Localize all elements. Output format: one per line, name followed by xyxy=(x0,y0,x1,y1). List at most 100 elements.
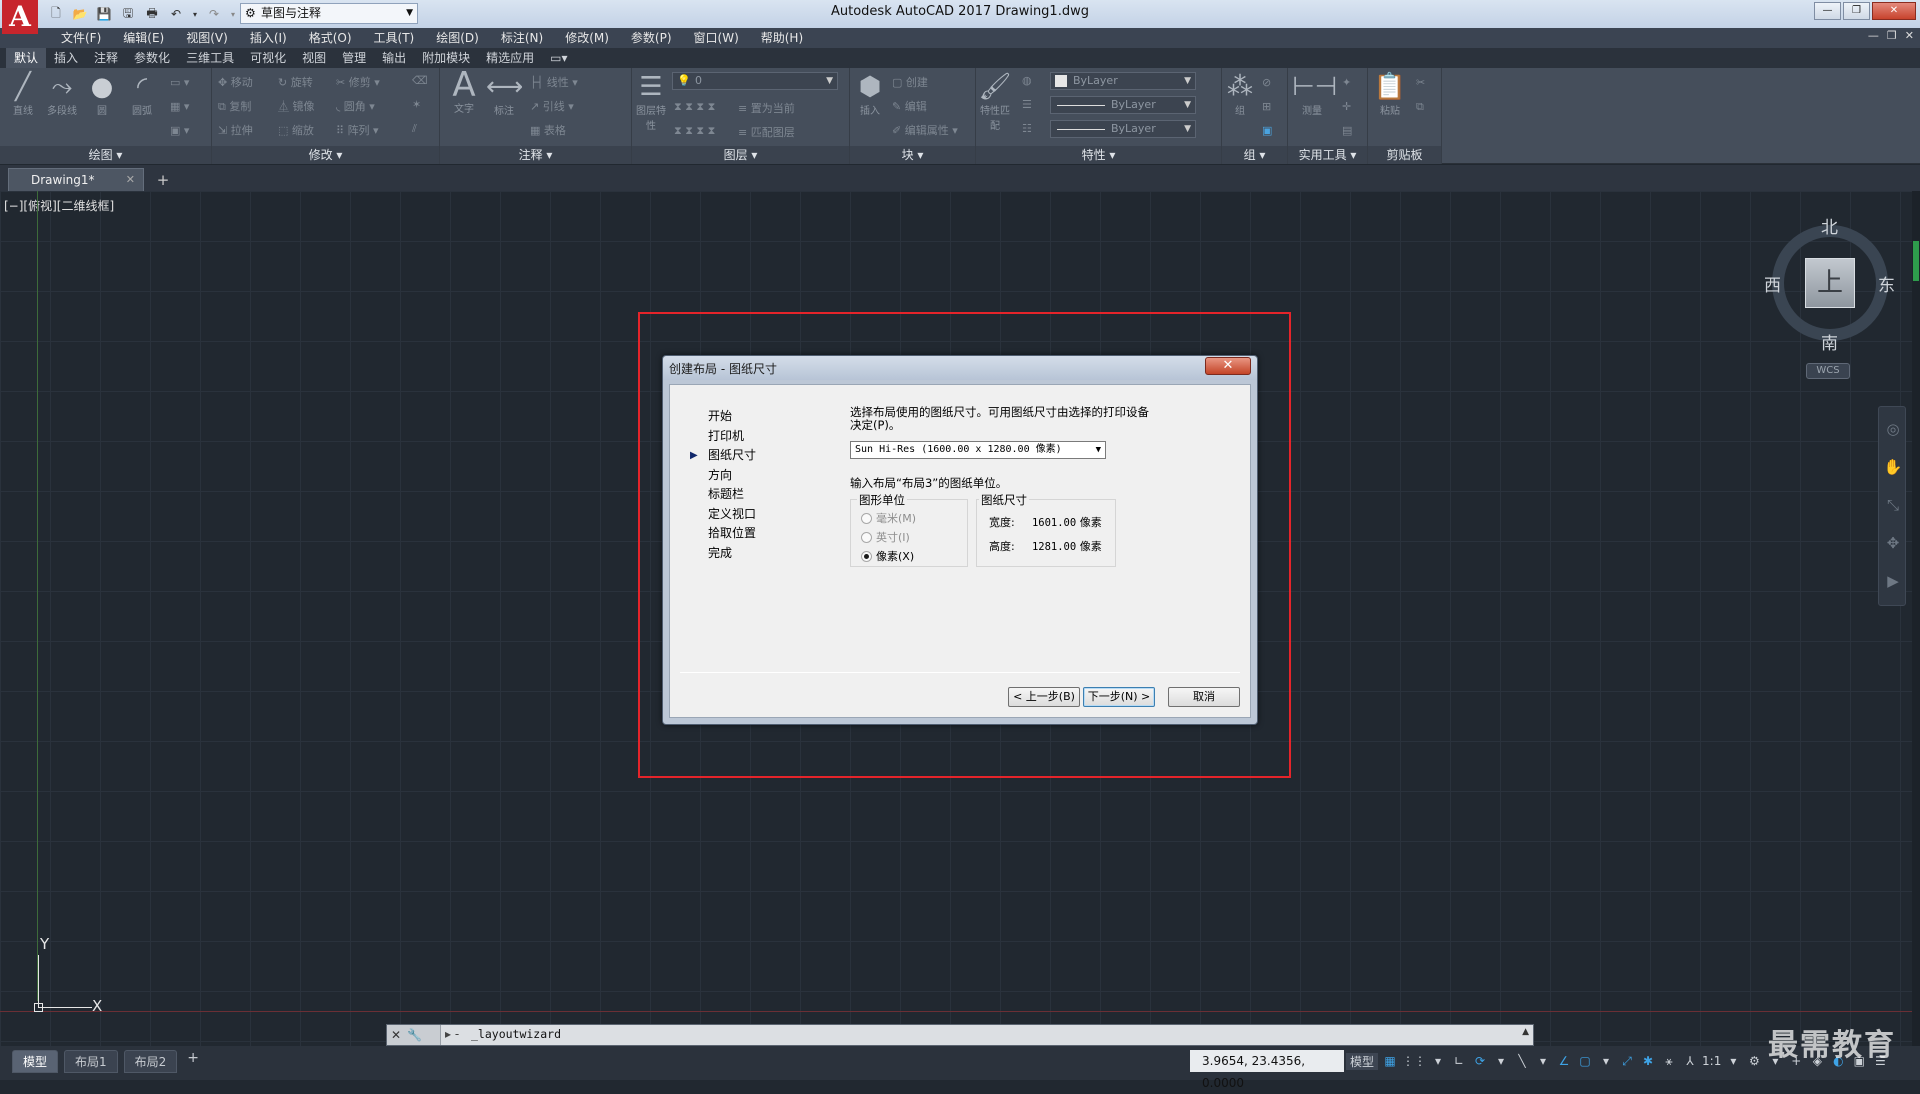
circle-tool[interactable]: ● 圆 xyxy=(84,72,120,117)
model-space-toggle[interactable]: 模型 xyxy=(1346,1052,1379,1070)
tab-output[interactable]: 输出 xyxy=(374,48,414,68)
stretch-tool[interactable]: ⇲ 拉伸 xyxy=(218,122,253,138)
menu-file[interactable]: 文件(F) xyxy=(50,28,112,48)
scale-tool[interactable]: ⬚ 缩放 xyxy=(278,122,314,138)
annotation-scale-icon[interactable]: ⅄ xyxy=(1681,1054,1699,1068)
layer-dropdown[interactable]: 💡 0 ▼ xyxy=(672,72,838,90)
chevron-down-icon[interactable]: ▾ xyxy=(1724,1054,1742,1068)
tab-annotate[interactable]: 注释 xyxy=(86,48,126,68)
color-wheel-icon[interactable]: ◍ xyxy=(1022,74,1032,87)
viewport-controls[interactable]: [−][俯视][二维线框] xyxy=(4,197,114,214)
layout-tab-1[interactable]: 布局1 xyxy=(64,1050,118,1073)
copy-clip-icon[interactable]: ⧉ xyxy=(1416,100,1424,114)
menu-modify[interactable]: 修改(M) xyxy=(554,28,620,48)
tab-view[interactable]: 视图 xyxy=(294,48,334,68)
canvas-scrollbar[interactable] xyxy=(1912,191,1920,1046)
pan-hand-icon[interactable]: ✋ xyxy=(1883,457,1903,477)
calculator-icon[interactable]: ▤ xyxy=(1342,124,1352,137)
panel-title-properties[interactable]: 特性 ▾ xyxy=(976,146,1221,164)
group-tool[interactable]: ⁂ 组 xyxy=(1224,72,1256,117)
viewcube-top-face[interactable]: 上 xyxy=(1805,258,1855,308)
viewcube-west[interactable]: 西 xyxy=(1764,271,1781,296)
zoom-extents-icon[interactable]: ⤡ xyxy=(1883,495,1903,515)
new-tab-button[interactable]: + xyxy=(152,170,174,190)
panel-title-utilities[interactable]: 实用工具 ▾ xyxy=(1288,146,1367,164)
panel-title-block[interactable]: 块 ▾ xyxy=(850,146,975,164)
boundary-icon[interactable]: ▣ ▾ xyxy=(170,124,189,137)
trim-tool[interactable]: ✂ 修剪 ▾ xyxy=(336,74,380,90)
annotation-visibility-icon[interactable]: ✱ xyxy=(1639,1054,1657,1068)
command-input[interactable]: _layoutwizard xyxy=(471,1027,561,1041)
doc-minimize-icon[interactable]: — xyxy=(1868,29,1879,42)
steering-wheel-icon[interactable]: ◎ xyxy=(1883,419,1903,439)
hatch-icon[interactable]: ▦ ▾ xyxy=(170,100,189,113)
viewcube[interactable]: 上 北 南 东 西 xyxy=(1760,213,1900,354)
lineweight-dropdown[interactable]: ByLayer ▼ xyxy=(1050,120,1196,138)
maximize-button[interactable]: ❐ xyxy=(1843,2,1870,20)
viewcube-south[interactable]: 南 xyxy=(1821,329,1838,354)
panel-title-annotation[interactable]: 注释 ▾ xyxy=(440,146,631,164)
edit-attribute-tool[interactable]: ✐ 编辑属性 ▾ xyxy=(892,122,958,138)
cancel-button[interactable]: 取消 xyxy=(1168,687,1240,707)
tab-manage[interactable]: 管理 xyxy=(334,48,374,68)
doc-restore-icon[interactable]: ❐ xyxy=(1887,29,1897,42)
add-layout-button[interactable]: + xyxy=(183,1050,203,1073)
move-tool[interactable]: ✥ 移动 xyxy=(218,74,253,90)
menu-window[interactable]: 窗口(W) xyxy=(683,28,750,48)
dialog-title-bar[interactable]: 创建布局 - 图纸尺寸 ✕ xyxy=(663,356,1257,380)
color-dropdown[interactable]: ByLayer ▼ xyxy=(1050,72,1196,90)
layer-tools-row2[interactable]: ⧗ ⧗ ⧗ ⧗ xyxy=(674,124,715,138)
layout-tab-model[interactable]: 模型 xyxy=(12,1050,59,1073)
close-tab-icon[interactable]: ✕ xyxy=(126,169,135,191)
radio-millimeters[interactable]: 毫米(M) xyxy=(861,510,916,526)
edit-block-tool[interactable]: ✎ 编辑 xyxy=(892,98,927,114)
auto-scale-icon[interactable]: ⚹ xyxy=(1660,1054,1678,1069)
explode-icon[interactable]: ✶ xyxy=(412,98,421,111)
cut-icon[interactable]: ✂ xyxy=(1416,76,1425,89)
table-tool[interactable]: ▦ 表格 xyxy=(530,122,566,138)
chevron-down-icon[interactable]: ▾ xyxy=(1429,1054,1447,1068)
point-style-icon[interactable]: ✦ xyxy=(1342,76,1351,89)
wrench-icon[interactable]: 🔧 xyxy=(407,1028,422,1042)
back-button[interactable]: < 上一步(B) xyxy=(1008,687,1080,707)
file-tab-drawing1[interactable]: Drawing1* ✕ xyxy=(8,168,144,191)
menu-edit[interactable]: 编辑(E) xyxy=(112,28,175,48)
polar-icon[interactable]: ⟳ xyxy=(1471,1054,1489,1068)
group-selection-icon[interactable]: ▣ xyxy=(1262,124,1272,137)
arc-tool[interactable]: ◜ 圆弧 xyxy=(124,72,160,117)
dimension-tool[interactable]: ⟷ 标注 xyxy=(486,72,523,117)
layer-tools-row1[interactable]: ⧗ ⧗ ⧗ ⧗ xyxy=(674,100,715,114)
match-layer-tool[interactable]: ≡ 匹配图层 xyxy=(738,124,795,140)
menu-format[interactable]: 格式(O) xyxy=(298,28,363,48)
panel-title-clipboard[interactable]: 剪贴板 xyxy=(1368,146,1441,164)
polyline-tool[interactable]: ⤳ 多段线 xyxy=(42,72,82,117)
application-menu-button[interactable]: A xyxy=(2,0,38,34)
rectangle-icon[interactable]: ▭ ▾ xyxy=(170,76,189,89)
radio-pixels[interactable]: 像素(X) xyxy=(861,548,914,564)
grid-icon[interactable]: ▦ xyxy=(1381,1054,1399,1068)
layout-tab-2[interactable]: 布局2 xyxy=(123,1050,178,1073)
create-block-tool[interactable]: ▢ 创建 xyxy=(892,74,928,90)
close-icon[interactable]: ✕ xyxy=(391,1028,401,1042)
tab-home[interactable]: 默认 xyxy=(6,48,47,68)
command-history-icon[interactable]: ▲ xyxy=(1522,1027,1529,1037)
rotate-tool[interactable]: ↻ 旋转 xyxy=(278,74,313,90)
fillet-tool[interactable]: ◟ 圆角 ▾ xyxy=(336,98,375,114)
ungroup-icon[interactable]: ⊘ xyxy=(1262,76,1271,89)
scale-value[interactable]: 1:1 xyxy=(1702,1054,1721,1068)
tab-visualize[interactable]: 可视化 xyxy=(242,48,294,68)
ribbon-display-toggle-icon[interactable]: ▭▾ xyxy=(542,48,575,68)
erase-icon[interactable]: ⌫ xyxy=(412,74,428,87)
isodraft-icon[interactable]: ╲ xyxy=(1513,1054,1531,1068)
wcs-menu-button[interactable]: WCS xyxy=(1806,363,1850,379)
chevron-down-icon[interactable]: ▾ xyxy=(1492,1054,1510,1068)
dialog-close-button[interactable]: ✕ xyxy=(1205,357,1251,375)
panel-title-groups[interactable]: 组 ▾ xyxy=(1222,146,1287,164)
dynamic-ucs-icon[interactable]: ⤢ xyxy=(1618,1054,1636,1069)
line-tool[interactable]: ╱ 直线 xyxy=(6,72,40,117)
next-button[interactable]: 下一步(N) > xyxy=(1083,687,1155,707)
id-point-icon[interactable]: ✛ xyxy=(1342,100,1351,113)
menu-view[interactable]: 视图(V) xyxy=(175,28,239,48)
menu-insert[interactable]: 插入(I) xyxy=(239,28,298,48)
text-tool[interactable]: A 文字 xyxy=(446,68,482,115)
